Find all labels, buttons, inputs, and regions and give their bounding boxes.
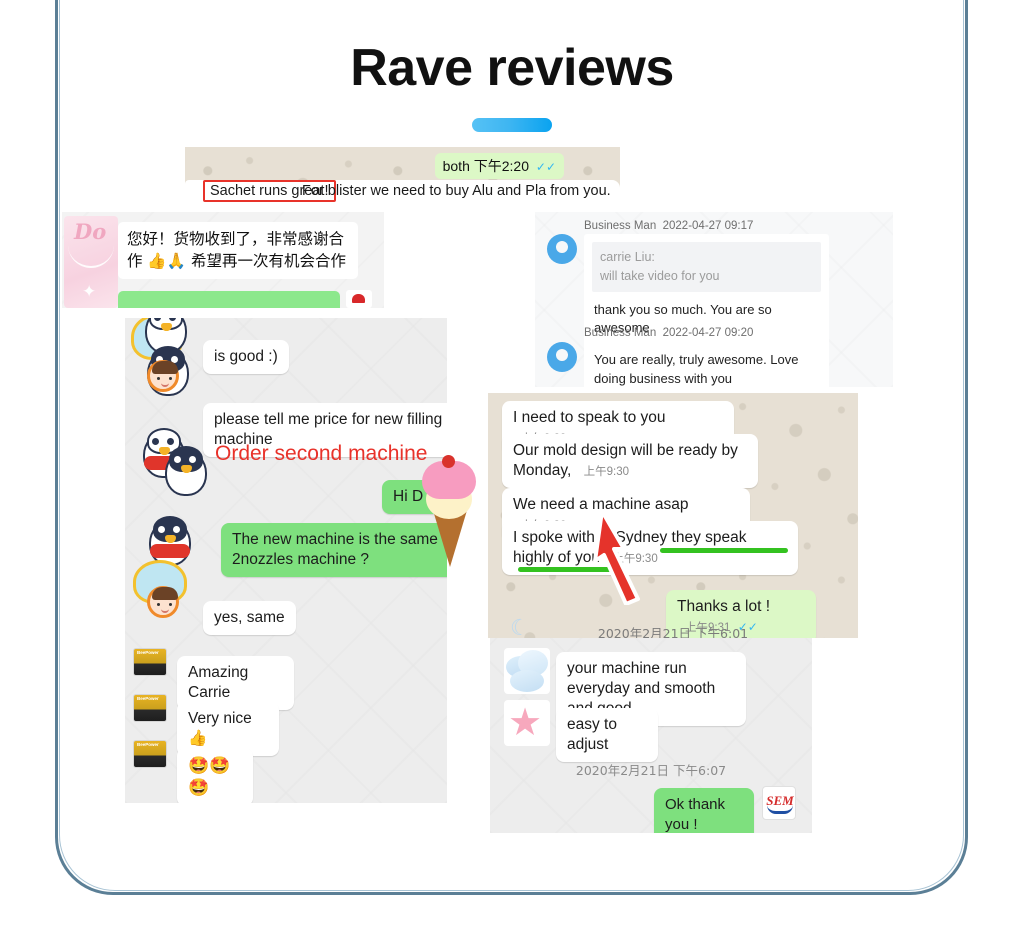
- envelope-sticker: Do ✦: [64, 216, 118, 308]
- star-icon: ✦: [82, 282, 97, 301]
- sticker-script-label: Do: [74, 219, 107, 244]
- avatar-product-beepower: [133, 740, 167, 768]
- panel-left-chat: is good :) please tell me price for new …: [125, 318, 447, 803]
- avatar-product-beepower: [133, 694, 167, 722]
- highlight-underline: [660, 548, 788, 553]
- chat-bubble-incoming: 🤩🤩🤩: [177, 748, 253, 803]
- panel-wechat-chinese: Do ✦ 您好！货物收到了，非常感谢合作 👍🙏 希望再一次有机会合作: [62, 212, 384, 308]
- page-title: Rave reviews: [350, 39, 674, 97]
- read-ticks-icon: ✓✓: [535, 160, 556, 174]
- message-blister: For blister we need to buy Alu and Pla f…: [302, 183, 611, 199]
- quoted-message: carrie Liu: will take video for you: [592, 242, 821, 292]
- date-separator: 2020年2月21日 下午6:07: [575, 763, 727, 778]
- message-both: both 下午2:20 ✓✓: [434, 153, 564, 179]
- panel-feedback-chat: ★ your machine run everyday and smooth a…: [490, 638, 812, 833]
- panel-business-man: Business Man 2022-04-27 09:17 carrie Liu…: [535, 212, 893, 387]
- logo-arc-icon: [767, 805, 793, 814]
- avatar-face-icon: [147, 586, 179, 618]
- message-time: 上午9:30: [612, 553, 658, 566]
- message-time: 下午2:20: [473, 158, 529, 174]
- avatar-sem-logo: SEM: [762, 786, 796, 820]
- panel-whatsapp-chat: I need to speak to you 上午9:29 Our mold d…: [488, 393, 858, 638]
- envelope-flap-icon: [68, 244, 114, 268]
- avatar-business-man: [547, 234, 577, 264]
- chat-bubble-outgoing: Ok thank you !: [654, 788, 754, 833]
- chat-bubble-incoming: Our mold design will be ready by Monday,…: [502, 434, 758, 489]
- message-time: 上午9:30: [583, 466, 630, 479]
- sender-name: Business Man 2022-04-27 09:17: [584, 220, 754, 232]
- avatar-face-icon: [147, 360, 179, 392]
- avatar-business-man: [547, 342, 577, 372]
- date-separator: 2020年2月21日 下午6:01: [597, 626, 749, 638]
- quote-author: carrie Liu:: [600, 250, 655, 264]
- ice-cream-sticker-icon: [412, 455, 486, 571]
- message-text: You are really, truly awesome. Love doin…: [584, 342, 829, 387]
- highlight-underline: [518, 567, 616, 572]
- quote-text: will take video for you: [600, 268, 720, 283]
- outgoing-bubble-partial: [118, 291, 340, 308]
- moon-sticker-icon: ☾: [510, 615, 530, 638]
- star-sticker-icon: ★: [504, 700, 550, 746]
- chat-bubble-incoming: easy to adjust: [556, 708, 658, 763]
- avatar-red: [346, 290, 372, 308]
- sender-name: Business Man 2022-04-27 09:20: [584, 327, 754, 339]
- page-root: Rave reviews both 下午2:20 ✓✓ Sachet runs …: [0, 0, 1024, 945]
- cloud-sticker-icon: [504, 648, 550, 694]
- panel-sachet-chat: both 下午2:20 ✓✓ Sachet runs great! For bl…: [185, 147, 620, 204]
- annotation-order-second-machine: Order second machine: [215, 442, 428, 465]
- avatar-product-beepower: [133, 648, 167, 676]
- chat-bubble-incoming: yes, same: [203, 601, 296, 636]
- message-chinese-thanks: 您好！货物收到了，非常感谢合作 👍🙏 希望再一次有机会合作: [118, 222, 358, 279]
- title-divider: [472, 118, 552, 132]
- chat-bubble-incoming: is good :): [203, 340, 289, 375]
